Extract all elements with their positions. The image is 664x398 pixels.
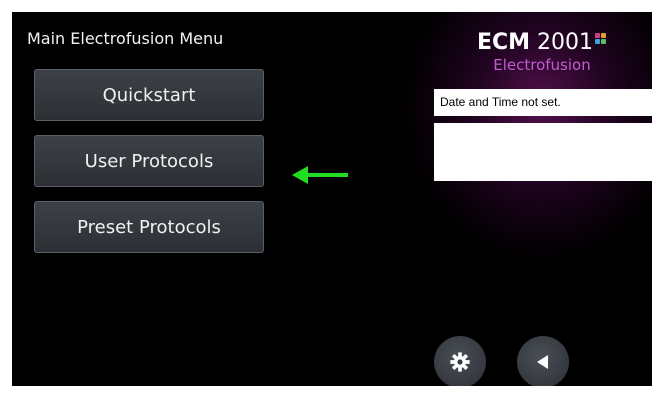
- logo-title: ECM 2001: [467, 30, 617, 56]
- back-button[interactable]: [517, 336, 569, 386]
- quickstart-button[interactable]: Quickstart: [34, 69, 264, 121]
- settings-button[interactable]: [434, 336, 486, 386]
- device-screen: Main Electrofusion Menu Quickstart User …: [12, 12, 652, 386]
- logo-brand: ECM: [476, 30, 531, 55]
- gear-icon: [450, 352, 470, 372]
- ecm-logo: ECM 2001 Electrofusion: [467, 30, 617, 74]
- page-title: Main Electrofusion Menu: [27, 29, 224, 48]
- green-arrow-annotation: [292, 166, 348, 184]
- back-arrow-icon: [537, 355, 548, 369]
- preset-protocols-button[interactable]: Preset Protocols: [34, 201, 264, 253]
- date-time-status: Date and Time not set.: [434, 89, 652, 116]
- logo-model: 2001: [537, 30, 594, 55]
- user-protocols-button[interactable]: User Protocols: [34, 135, 264, 187]
- info-display: [434, 123, 652, 181]
- logo-subtitle: Electrofusion: [493, 56, 591, 74]
- logo-mark-icon: [595, 33, 607, 45]
